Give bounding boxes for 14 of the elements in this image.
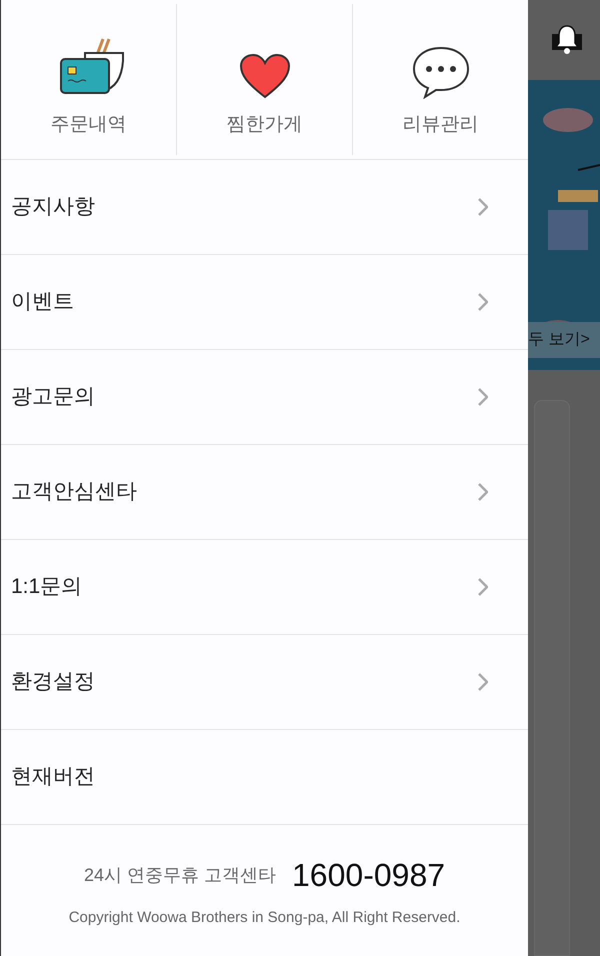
speech-bubble-icon xyxy=(410,44,470,98)
menu-item[interactable]: 고객안심센타 xyxy=(1,445,528,540)
support-hours: 24시 연중무휴 고객센타 xyxy=(84,864,276,887)
menu-item[interactable]: 현재버전 xyxy=(1,730,528,825)
copyright-text: Copyright Woowa Brothers in Song-pa, All Right Reserved. xyxy=(68,908,460,928)
menu-item[interactable]: 광고문의 xyxy=(1,350,528,445)
menu-item[interactable]: 1:1문의 xyxy=(1,540,528,635)
shortcut-button[interactable]: 찜한가게 xyxy=(176,4,352,155)
menu-item[interactable]: 환경설정 xyxy=(1,635,528,730)
bell-icon[interactable] xyxy=(550,24,584,56)
phone-number: 1600-0987 xyxy=(292,856,446,896)
shortcut-button[interactable]: 리뷰관리 xyxy=(352,4,528,155)
shortcut-button[interactable]: 주문내역 xyxy=(1,4,176,155)
heart-icon xyxy=(238,52,290,98)
